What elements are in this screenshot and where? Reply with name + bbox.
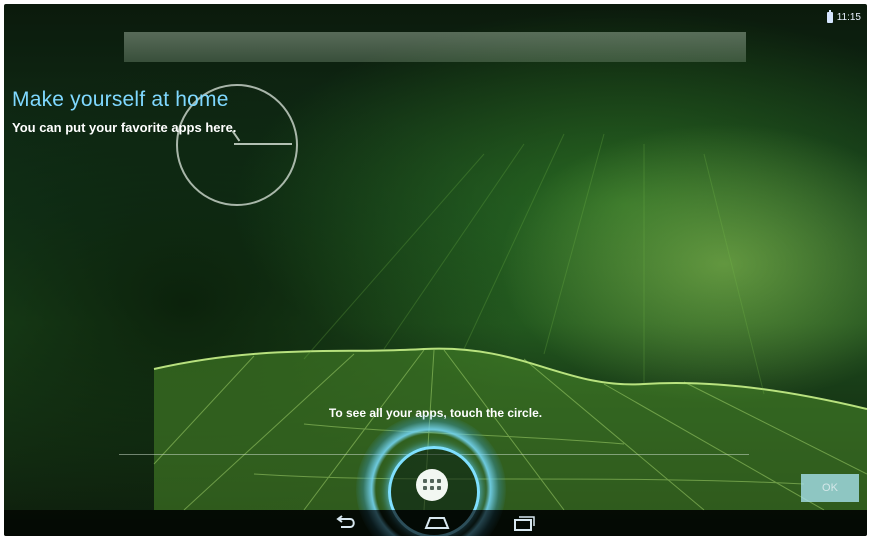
- cling-text: You can put your favorite apps here.: [12, 120, 237, 135]
- home-screen: 11:15 Make yourself at home You can put …: [4, 4, 867, 536]
- ok-button[interactable]: OK: [801, 474, 859, 502]
- all-apps-button[interactable]: [416, 469, 448, 501]
- clock: 11:15: [836, 11, 861, 23]
- back-icon[interactable]: [330, 514, 360, 532]
- navigation-bar: [4, 510, 867, 536]
- search-bar[interactable]: [124, 32, 746, 62]
- recent-apps-icon[interactable]: [509, 514, 539, 532]
- home-icon[interactable]: [422, 514, 452, 532]
- cling-title: Make yourself at home: [12, 88, 229, 111]
- battery-icon: [826, 9, 833, 23]
- cling-pointer-line: [234, 143, 292, 145]
- status-bar: 11:15: [826, 8, 861, 26]
- grid-icon: [423, 479, 441, 491]
